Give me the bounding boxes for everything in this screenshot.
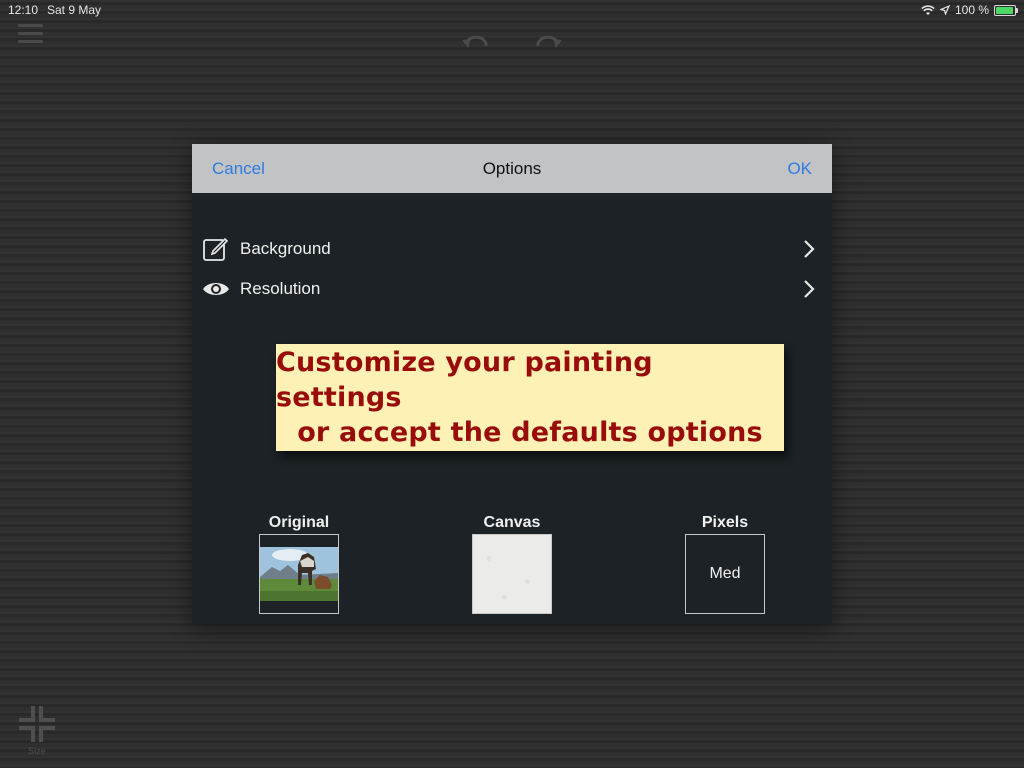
edit-icon <box>202 235 230 263</box>
option-label-resolution: Resolution <box>240 279 321 298</box>
thumb-label-original: Original <box>268 514 330 531</box>
option-row-resolution[interactable]: Resolution <box>192 271 832 307</box>
eye-icon <box>202 275 230 303</box>
thumb-label-pixels: Pixels <box>701 514 749 531</box>
chevron-right-icon <box>804 240 815 258</box>
canvas-texture-thumbnail[interactable] <box>472 534 552 614</box>
dialog-title: Options <box>482 159 542 178</box>
original-image-thumbnail[interactable] <box>259 534 339 614</box>
resize-icon <box>19 706 55 742</box>
option-label-background: Background <box>240 239 331 258</box>
status-bar: 12:10 Sat 9 May 100 % <box>0 0 1024 20</box>
status-date: Sat 9 May <box>47 3 102 17</box>
hamburger-icon[interactable] <box>18 24 43 46</box>
thumb-label-canvas: Canvas <box>483 514 541 531</box>
tooltip-callout: Customize your painting settings or acce… <box>276 344 784 451</box>
status-time: 12:10 <box>8 3 39 17</box>
status-right: 100 % <box>921 3 1018 17</box>
chevron-right-icon <box>804 280 815 298</box>
size-label: Size <box>28 746 46 756</box>
battery-icon <box>994 4 1018 16</box>
pixels-value: Med <box>709 565 741 582</box>
thumb-original: Original <box>258 514 340 614</box>
undo-icon[interactable] <box>460 34 490 52</box>
wifi-icon <box>921 4 935 15</box>
thumb-pixels: Pixels Med <box>684 514 766 614</box>
tooltip-line-1: Customize your painting settings <box>276 347 653 413</box>
thumb-canvas: Canvas <box>471 514 553 614</box>
horses-photo <box>260 535 338 613</box>
dialog-header: Cancel Options OK <box>192 144 832 193</box>
tooltip-line-2: or accept the defaults options <box>297 417 763 448</box>
option-row-background[interactable]: Background <box>192 231 832 267</box>
redo-icon[interactable] <box>534 34 564 52</box>
location-icon <box>939 5 950 15</box>
size-tool[interactable]: Size <box>16 704 58 756</box>
options-dialog: Cancel Options OK Background Resolution <box>192 144 832 624</box>
pixels-setting-box[interactable]: Med <box>685 534 765 614</box>
ok-button[interactable]: OK <box>787 159 812 179</box>
battery-percent: 100 % <box>954 3 989 17</box>
